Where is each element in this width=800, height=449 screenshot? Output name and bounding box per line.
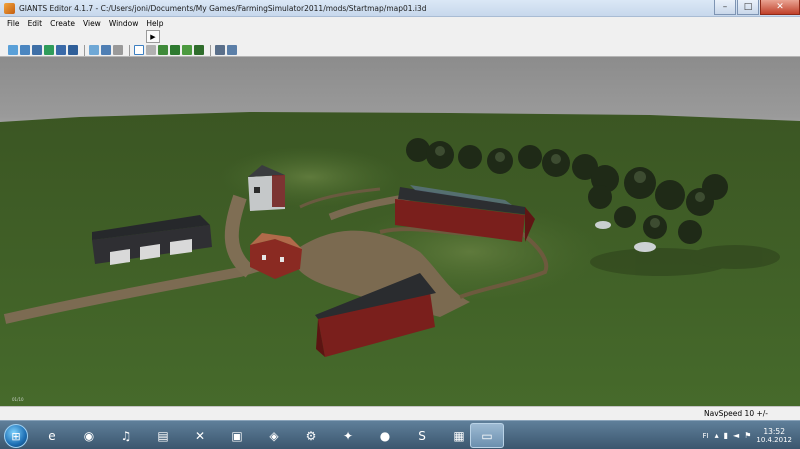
3d-viewport[interactable]: 01/10 [0,57,800,406]
menu-help[interactable]: Help [146,19,163,28]
undo-icon[interactable] [101,45,111,55]
settings-icon[interactable] [215,45,225,55]
tools-icon[interactable]: ✕ [183,423,217,448]
toolbar-separator [84,44,85,56]
foliage-paint-icon[interactable] [182,45,192,55]
terrain-smooth-icon[interactable] [194,45,204,55]
clock[interactable]: 13:52 10.4.2012 [756,427,792,445]
toolbar-icons [8,44,239,56]
title-bar: GIANTS Editor 4.1.7 - C:/Users/joni/Docu… [0,0,800,17]
new-icon[interactable] [8,45,18,55]
window-controls: – □ ✕ [713,0,800,17]
minimize-button[interactable]: – [714,0,736,15]
giants-app-icon [4,2,15,14]
system-tray: FI ▴ ▮ ◄ ⚑ 13:52 10.4.2012 [703,421,800,449]
terrain-paint-icon[interactable] [170,45,180,55]
rock [634,242,656,252]
play-button[interactable]: ▶ [146,30,160,43]
winamp-icon[interactable]: ♫ [109,423,143,448]
navspeed-status: NavSpeed 10 +/- [704,409,768,418]
skype-icon[interactable]: S [405,423,439,448]
network-icon[interactable]: ▮ [724,431,728,440]
export-icon[interactable] [56,45,66,55]
xbox-icon[interactable]: ● [368,423,402,448]
internet-explorer-icon[interactable]: e [35,423,69,448]
folder-icon[interactable]: ▤ [146,423,180,448]
menu-file[interactable]: File [7,19,20,28]
clock-time: 13:52 [763,426,785,436]
menu-view[interactable]: View [83,19,101,28]
menu-create[interactable]: Create [50,19,75,28]
save-icon[interactable] [32,45,42,55]
open-icon[interactable] [20,45,30,55]
meadow-patch [220,147,400,207]
terrain-scene [0,112,800,406]
move-icon[interactable] [146,45,156,55]
start-button[interactable]: ⊞ [4,424,28,448]
monitor-icon[interactable]: ▣ [220,423,254,448]
giants-editor-icon[interactable]: ▭ [470,423,504,448]
toolbar-separator [129,44,130,56]
save-all-icon[interactable] [68,45,78,55]
clock-date: 10.4.2012 [756,435,792,444]
chrome-icon[interactable]: ◉ [72,423,106,448]
toolbar-separator [210,44,211,56]
menu-window[interactable]: Window [109,19,139,28]
giants-icon[interactable]: ◈ [257,423,291,448]
viewport-corner-label: 01/10 [12,397,24,402]
flag-icon[interactable]: ⚑ [744,431,751,440]
script-icon[interactable] [227,45,237,55]
game-icon[interactable]: ✦ [331,423,365,448]
status-bar: NavSpeed 10 +/- [0,406,800,420]
menu-bar: File Edit Create View Window Help [0,17,800,29]
select-icon[interactable] [134,45,144,55]
copy-icon[interactable] [89,45,99,55]
rock [595,221,611,229]
tray-arrow-icon[interactable]: ▴ [715,431,719,440]
redo-icon[interactable] [113,45,123,55]
import-icon[interactable] [44,45,54,55]
close-button[interactable]: ✕ [760,0,800,15]
window-title: GIANTS Editor 4.1.7 - C:/Users/joni/Docu… [19,3,427,13]
toolbar: ▶ [0,29,800,57]
maximize-button[interactable]: □ [737,0,759,15]
volume-icon[interactable]: ◄ [733,431,739,440]
menu-edit[interactable]: Edit [28,19,43,28]
language-indicator[interactable]: FI [703,432,709,440]
tractor-icon[interactable]: ⚙ [294,423,328,448]
windows-taskbar: ⊞ e ◉ ♫ ▤ ✕ ▣ ◈ ⚙ ✦ ● S ▦ ▭ FI ▴ ▮ ◄ ⚑ 1… [0,420,800,449]
terrain-sculpt-icon[interactable] [158,45,168,55]
